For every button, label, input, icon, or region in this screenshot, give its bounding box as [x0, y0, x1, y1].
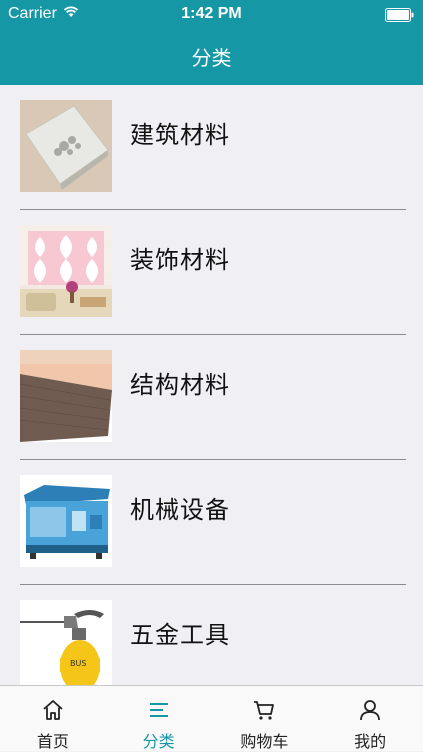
category-label: 机械设备	[130, 496, 230, 524]
battery-icon	[385, 7, 415, 22]
status-time: 1:42 PM	[181, 5, 242, 22]
category-item-machinery-equipment[interactable]: 机械设备	[0, 460, 423, 585]
category-label: 结构材料	[130, 371, 230, 399]
home-icon	[43, 700, 63, 720]
tab-profile[interactable]: 我的	[317, 686, 423, 751]
cart-icon	[254, 701, 275, 720]
tab-label: 购物车	[240, 732, 289, 751]
category-list: 建筑材料 装饰材料 结构材料 机械设备 BUS 五金工具	[0, 85, 423, 685]
category-label: 五金工具	[130, 621, 230, 649]
user-icon	[360, 700, 381, 721]
tab-cart[interactable]: 购物车	[212, 686, 318, 751]
tab-bar: 首页 分类 购物车 我的	[0, 685, 423, 751]
category-label: 装饰材料	[130, 246, 230, 274]
category-label: 建筑材料	[130, 121, 230, 149]
category-item-hardware-tools[interactable]: BUS 五金工具	[0, 585, 423, 685]
svg-text:BUS: BUS	[70, 659, 86, 668]
category-item-structural-materials[interactable]: 结构材料	[0, 335, 423, 460]
status-bar: Carrier 1:42 PM	[0, 0, 423, 28]
tab-label: 分类	[142, 732, 175, 751]
category-icon	[149, 703, 168, 717]
structural-materials-image	[20, 350, 112, 442]
tab-label: 首页	[36, 732, 69, 751]
page-title: 分类	[191, 46, 232, 70]
tab-home[interactable]: 首页	[0, 686, 106, 751]
tab-category[interactable]: 分类	[106, 686, 212, 751]
tab-label: 我的	[354, 732, 387, 751]
category-item-building-materials[interactable]: 建筑材料	[0, 85, 423, 210]
building-materials-image	[20, 100, 112, 192]
machinery-equipment-image	[20, 475, 112, 567]
hardware-tools-image: BUS	[20, 600, 112, 685]
decoration-materials-image	[20, 225, 112, 317]
category-item-decoration-materials[interactable]: 装饰材料	[0, 210, 423, 335]
nav-header: Carrier 1:42 PM 分类	[0, 0, 423, 85]
